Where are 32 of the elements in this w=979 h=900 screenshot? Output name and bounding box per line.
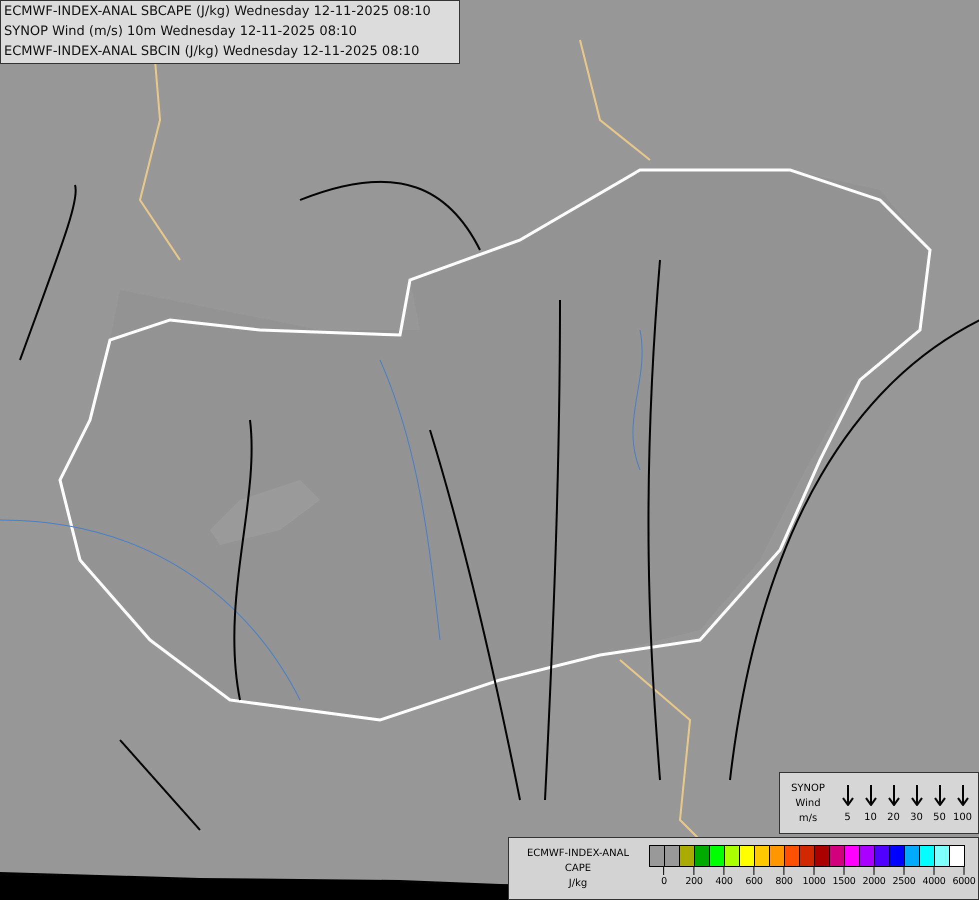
speed-label: 20 — [887, 812, 900, 822]
speed-label: 10 — [864, 812, 877, 822]
arrow-icon — [934, 784, 946, 806]
tick-label: 2000 — [862, 874, 886, 888]
legend-title: Wind — [795, 796, 821, 810]
arrow-icon — [888, 784, 900, 806]
arrow-icon — [842, 784, 854, 806]
tick-label: 4000 — [922, 874, 946, 888]
speed-label: 50 — [933, 812, 946, 822]
arrow-icon — [910, 784, 922, 806]
arrow-icon — [864, 784, 876, 806]
tick-label: 1500 — [832, 874, 856, 888]
arrow-icon — [956, 784, 968, 806]
legend-title: J/kg — [568, 877, 588, 891]
tick-label: 400 — [715, 874, 733, 888]
tick-label: 2500 — [892, 874, 916, 888]
tick-label: 6000 — [952, 874, 976, 888]
tick-label: 1000 — [802, 874, 826, 888]
tick-label: 0 — [661, 874, 667, 888]
tick-label: 200 — [685, 874, 703, 888]
tick-label: 600 — [745, 874, 763, 888]
tick-label: 800 — [775, 874, 793, 888]
legend-title: CAPE — [564, 862, 592, 876]
layer-title: ECMWF-INDEX-ANAL SBCAPE (J/kg) Wednesday 12-11-2025 08:10 — [4, 3, 432, 21]
speed-label: 5 — [844, 812, 851, 822]
speed-label: 30 — [910, 812, 923, 822]
layer-title: ECMWF-INDEX-ANAL SBCIN (J/kg) Wednesday 12-11-2025 08:10 — [4, 43, 420, 61]
legend-title: ECMWF-INDEX-ANAL — [526, 847, 630, 861]
legend-title: m/s — [798, 812, 818, 826]
speed-label: 100 — [952, 812, 972, 822]
legend-title: SYNOP — [791, 782, 825, 796]
layer-title: SYNOP Wind (m/s) 10m Wednesday 12-11-2025 08:10 — [4, 23, 358, 41]
